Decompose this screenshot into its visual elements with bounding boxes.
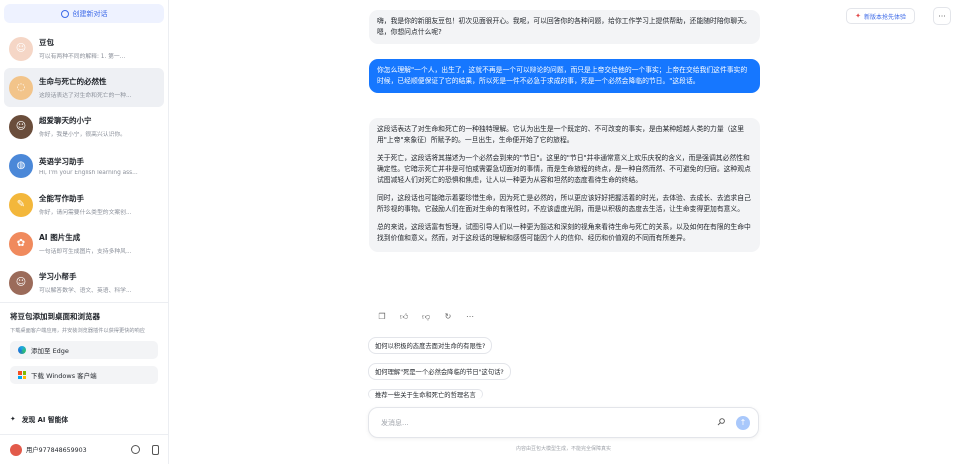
chat-main: ✦ 新版本抢先体验 ··· 嗨，我是你的新朋友豆包！初次见面很开心。我呢，可以回… xyxy=(169,0,960,464)
conversation-title: 豆包 xyxy=(39,38,54,47)
suggestion-chip[interactable]: 如何理解"死是一个必然会降临的节日"这句话? xyxy=(368,363,511,380)
add-to-edge-button[interactable]: 添加至 Edge xyxy=(10,341,158,359)
discover-agents-link[interactable]: ✦ 发现 AI 智能体 xyxy=(10,414,68,424)
add-to-edge-label: 添加至 Edge xyxy=(31,347,69,355)
more-icon: ··· xyxy=(938,11,946,21)
user-avatar[interactable] xyxy=(10,443,22,456)
conversation-item[interactable]: ☺ 学习小帮手可以解答数学、语文、英语、科学... xyxy=(4,263,164,302)
conversation-item[interactable]: ✿ AI 图片生成一句话即可生成图片，支持多种风... xyxy=(4,224,164,263)
download-windows-button[interactable]: 下载 Windows 客户端 xyxy=(10,366,158,384)
bot-paragraph: 关于死亡，这段话将其描述为一个必然会到来的"节日"。这里的"节日"并非通常意义上… xyxy=(377,154,751,184)
discover-label: 发现 AI 智能体 xyxy=(21,416,69,424)
username[interactable]: 用户977848659903 xyxy=(26,445,117,454)
promo-title: 将豆包添加到桌面和浏览器 xyxy=(10,312,100,321)
message-actions: ❐ 👍︎ 👎︎ ↻ ⋯ xyxy=(377,312,475,322)
bot-paragraph: 这段话表达了对生命和死亡的一种独特理解。它认为出生是一个既定的、不可改变的事实，… xyxy=(377,125,745,144)
bot-paragraph: 总的来说，这段话富有哲理，试图引导人们以一种更为豁达和深刻的视角来看待生命与死亡… xyxy=(377,223,751,242)
copy-icon[interactable]: ❐ xyxy=(377,312,387,322)
conversation-title: 学习小帮手 xyxy=(39,272,77,281)
settings-icon[interactable] xyxy=(131,445,140,454)
conversation-title: 全能写作助手 xyxy=(39,194,84,203)
promo-desc: 下载桌面客户端应用，并安装浏览器插件以获得更快的响应 xyxy=(10,328,145,334)
regenerate-icon[interactable]: ↻ xyxy=(443,312,453,322)
conversation-subtitle: 这段话表达了对生命和死亡的一种... xyxy=(39,93,132,99)
conversation-title: AI 图片生成 xyxy=(39,233,81,242)
more-options-button[interactable]: ··· xyxy=(933,7,951,25)
new-version-label: 新版本抢先体验 xyxy=(863,13,906,21)
thumbs-up-icon[interactable]: 👍︎ xyxy=(399,312,409,322)
conversation-item[interactable]: ☺ 超爱聊天的小宁你好，我是小宁，很高兴认识你。 xyxy=(4,107,164,146)
bot-message: 嗨，我是你的新朋友豆包！初次见面很开心。我呢，可以回答你的各种问题，给你工作学习… xyxy=(369,10,760,44)
conversation-item[interactable]: ✎ 全能写作助手你好，请问需要什么类型的文案创... xyxy=(4,185,164,224)
user-bar: 用户977848659903 xyxy=(0,434,169,464)
user-message: 你怎么理解"一个人，出生了，这就不再是一个可以辩论的问题，而只是上帝交给他的一个… xyxy=(369,59,760,93)
conversation-subtitle: 可以有两种不同的解释: 1. 第一... xyxy=(39,54,126,60)
conversation-item-active[interactable]: ◌ 生命与死亡的必然性这段话表达了对生命和死亡的一种... xyxy=(4,68,164,107)
avatar: ◍ xyxy=(9,153,33,178)
bot-message: 这段话表达了对生命和死亡的一种独特理解。它认为出生是一个既定的、不可改变的事实，… xyxy=(369,118,760,252)
conversation-subtitle: 你好，我是小宁，很高兴认识你。 xyxy=(39,132,126,138)
avatar: ◌ xyxy=(9,75,33,100)
edge-icon xyxy=(18,346,26,354)
conversation-subtitle: 你好，请问需要什么类型的文案创... xyxy=(39,210,132,216)
bot-paragraph: 同时，这段话也可能暗示着要珍惜生命，因为死亡是必然的，所以更应该好好把握活着的时… xyxy=(377,194,751,213)
disclaimer: 内容由豆包大模型生成，不能完全保障真实 xyxy=(515,446,611,452)
mobile-icon[interactable] xyxy=(152,444,159,455)
conversation-title: 生命与死亡的必然性 xyxy=(39,77,107,86)
chat-icon xyxy=(60,9,69,18)
message-input-box[interactable]: ⚲ ↑ xyxy=(368,407,759,438)
message-input[interactable] xyxy=(381,418,717,427)
conversation-list[interactable]: ☺ 豆包可以有两种不同的解释: 1. 第一... ◌ 生命与死亡的必然性这段话表… xyxy=(4,29,164,302)
conversation-title: 英语学习助手 xyxy=(39,156,84,166)
more-icon[interactable]: ⋯ xyxy=(465,312,475,322)
avatar: ✎ xyxy=(9,192,33,217)
windows-icon xyxy=(18,371,26,379)
conversation-subtitle: Hi, I'm your English learning ass... xyxy=(39,169,138,176)
avatar: ☺ xyxy=(9,270,33,295)
new-chat-label: 创建新对话 xyxy=(72,9,108,18)
send-button[interactable]: ↑ xyxy=(736,415,750,430)
conversation-subtitle: 一句话即可生成图片，支持多种风... xyxy=(39,249,132,255)
conversation-item[interactable]: ◍ 英语学习助手 Hi, I'm your English learning as… xyxy=(4,146,164,185)
avatar: ☺ xyxy=(9,114,33,139)
sidebar: 创建新对话 ☺ 豆包可以有两种不同的解释: 1. 第一... ◌ 生命与死亡的必… xyxy=(0,0,169,464)
conversation-title: 超爱聊天的小宁 xyxy=(39,116,92,125)
avatar: ☺ xyxy=(9,36,33,61)
conversation-item[interactable]: ☺ 豆包可以有两种不同的解释: 1. 第一... xyxy=(4,29,164,68)
suggestion-chip[interactable]: 如何以积极的态度去面对生命的有限性? xyxy=(368,337,493,354)
avatar: ✿ xyxy=(9,231,33,256)
conversation-subtitle: 可以解答数学、语文、英语、科学... xyxy=(39,288,132,294)
suggestion-chip[interactable]: 推荐一些关于生命和死亡的哲理名言 xyxy=(368,389,483,399)
desktop-promo: 将豆包添加到桌面和浏览器 下载桌面客户端应用，并安装浏览器插件以获得更快的响应 … xyxy=(0,302,169,392)
new-version-button[interactable]: ✦ 新版本抢先体验 xyxy=(846,8,915,24)
sparkle-icon: ✦ xyxy=(855,12,861,20)
new-chat-button[interactable]: 创建新对话 xyxy=(4,4,164,23)
thumbs-down-icon[interactable]: 👎︎ xyxy=(421,312,431,322)
sparkle-icon: ✦ xyxy=(10,415,16,423)
download-windows-label: 下载 Windows 客户端 xyxy=(31,372,97,380)
